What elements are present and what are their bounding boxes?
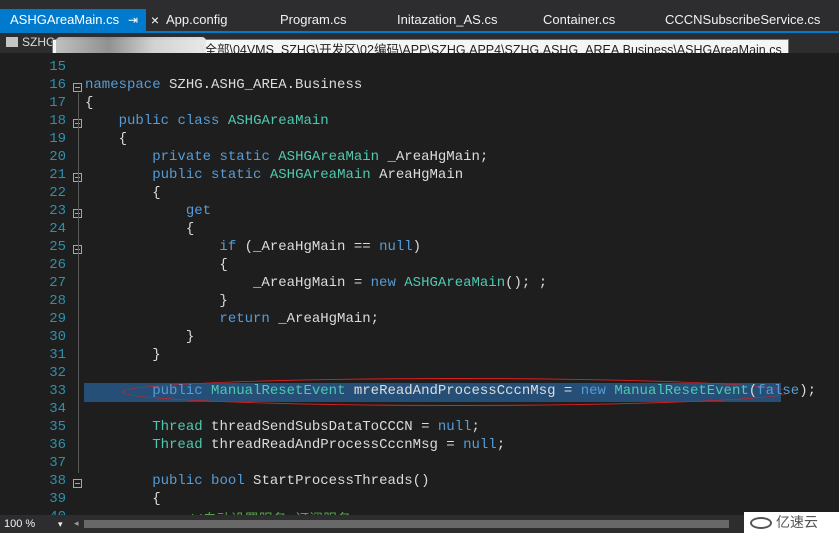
tab-program[interactable]: Program.cs [280, 9, 346, 31]
line-number: 36 [49, 437, 66, 453]
tab-app-config[interactable]: App.config [166, 9, 227, 31]
line-number: 20 [49, 149, 66, 165]
line-number: 21 [49, 167, 66, 183]
tab-label: ASHGAreaMain.cs [10, 12, 120, 27]
tab-ashgareamain[interactable]: ASHGAreaMain.cs ⇥ [0, 9, 146, 31]
line-number: 39 [49, 491, 66, 507]
watermark-text: 亿速云 [776, 514, 818, 530]
code-line[interactable]: public static ASHGAreaMain AreaHgMain [85, 167, 463, 183]
code-line[interactable]: public bool StartProcessThreads() [85, 473, 429, 489]
line-number: 19 [49, 131, 66, 147]
code-line[interactable]: } [85, 329, 194, 345]
code-line[interactable]: Thread threadReadAndProcessCccnMsg = nul… [85, 437, 505, 453]
code-line[interactable]: { [85, 95, 93, 111]
code-line[interactable]: get [85, 203, 211, 219]
fold-icon[interactable] [73, 83, 82, 92]
line-number: 32 [49, 365, 66, 381]
line-number: 27 [49, 275, 66, 291]
code-line[interactable]: public class ASHGAreaMain [85, 113, 329, 129]
code-line[interactable]: { [85, 257, 227, 273]
line-number: 16 [49, 77, 66, 93]
line-number: 22 [49, 185, 66, 201]
line-number: 30 [49, 329, 66, 345]
tab-initazation[interactable]: Initazation_AS.cs [397, 9, 497, 31]
code-line[interactable]: } [85, 293, 227, 309]
code-line[interactable]: namespace SZHG.ASHG_AREA.Business [85, 77, 362, 93]
code-line[interactable]: private static ASHGAreaMain _AreaHgMain; [85, 149, 488, 165]
line-number: 24 [49, 221, 66, 237]
code-line[interactable]: } [85, 347, 160, 363]
horizontal-scrollbar[interactable] [84, 520, 729, 528]
line-number: 28 [49, 293, 66, 309]
status-bar: 100 % ▾ ◂ [0, 515, 839, 533]
line-number: 33 [49, 383, 66, 399]
code-line[interactable]: { [85, 491, 160, 507]
fold-guide [78, 93, 79, 473]
zoom-dropdown-icon[interactable]: ▾ [58, 516, 63, 532]
line-number: 15 [49, 59, 66, 75]
cloud-logo-icon [750, 517, 772, 529]
code-line[interactable]: _AreaHgMain = new ASHGAreaMain(); ; [85, 275, 547, 291]
line-number: 23 [49, 203, 66, 219]
line-number: 38 [49, 473, 66, 489]
line-number: 17 [49, 95, 66, 111]
project-dropdown[interactable]: SZHG [6, 35, 55, 49]
line-number: 31 [49, 347, 66, 363]
code-line[interactable]: Thread threadSendSubsDataToCCCN = null; [85, 419, 480, 435]
line-number: 18 [49, 113, 66, 129]
line-number: 25 [49, 239, 66, 255]
close-icon[interactable]: × [147, 9, 163, 31]
line-number: 35 [49, 419, 66, 435]
line-number: 26 [49, 257, 66, 273]
fold-icon[interactable] [73, 479, 82, 488]
line-number: 29 [49, 311, 66, 327]
line-number: 34 [49, 401, 66, 417]
tab-container[interactable]: Container.cs [543, 9, 615, 31]
project-icon [6, 37, 18, 47]
code-line[interactable]: return _AreaHgMain; [85, 311, 379, 327]
pin-icon[interactable]: ⇥ [128, 9, 138, 31]
tab-cccnsubscribe[interactable]: CCCNSubscribeService.cs [665, 9, 820, 31]
line-number: 37 [49, 455, 66, 471]
project-label: SZHG [22, 35, 56, 49]
code-line[interactable]: { [85, 131, 127, 147]
zoom-level[interactable]: 100 % [4, 516, 62, 532]
scroll-left-icon[interactable]: ◂ [74, 518, 79, 529]
code-line[interactable]: { [85, 221, 194, 237]
code-line[interactable]: { [85, 185, 160, 201]
watermark-logo: 亿速云 [744, 512, 839, 533]
code-editor[interactable]: 15 16 17 18 19 20 21 22 23 24 25 26 27 28 29 30 31 32 33 34… [0, 53, 839, 529]
tab-bar: ASHGAreaMain.cs ⇥ × App.config Program.c… [0, 0, 839, 33]
code-line[interactable]: if (_AreaHgMain == null) [85, 239, 421, 255]
code-line[interactable]: public ManualResetEvent mreReadAndProces… [85, 383, 816, 399]
